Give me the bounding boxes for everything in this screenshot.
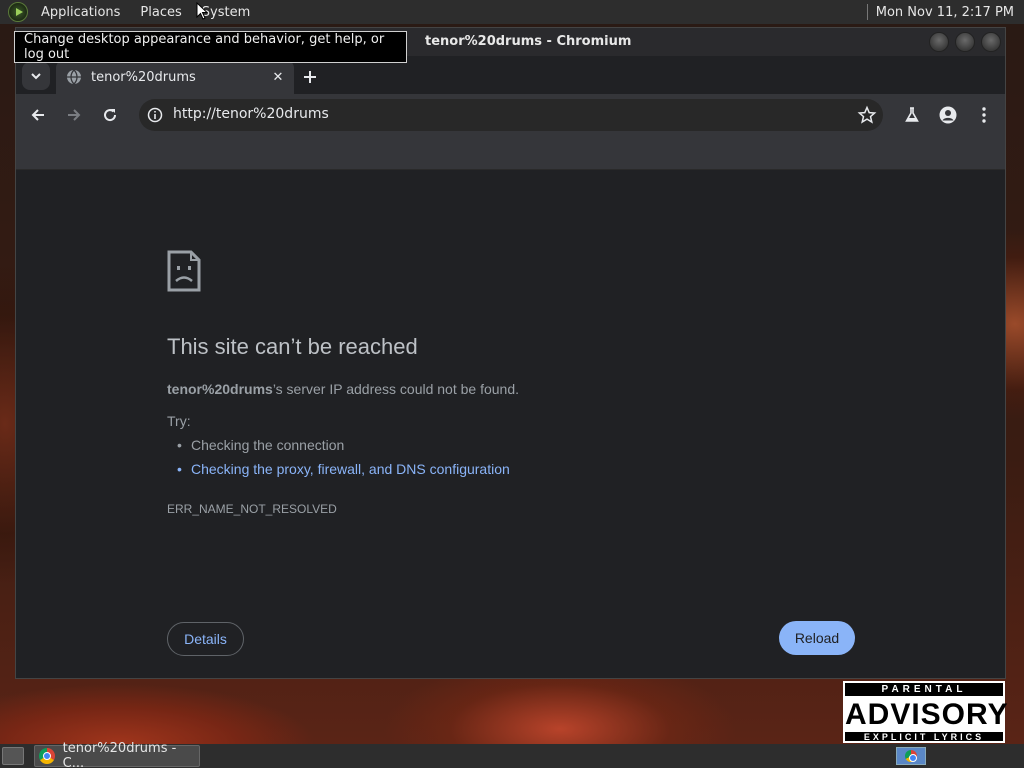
error-desc-suffix: ’s server IP address could not be found. bbox=[272, 381, 520, 397]
clock-area: Mon Nov 11, 2:17 PM bbox=[866, 4, 1024, 20]
reload-toolbar-button[interactable] bbox=[96, 101, 124, 129]
url-text[interactable]: http://tenor%20drums bbox=[173, 106, 329, 122]
forward-button[interactable] bbox=[60, 101, 88, 129]
menu-button[interactable] bbox=[970, 101, 998, 129]
bottom-panel: tenor%20drums - C... bbox=[0, 741, 1024, 768]
error-code: ERR_NAME_NOT_RESOLVED bbox=[167, 502, 337, 516]
info-icon[interactable] bbox=[147, 107, 163, 123]
refresh-icon bbox=[104, 109, 117, 122]
top-panel: Applications Places System Mon Nov 11, 2… bbox=[0, 0, 1024, 24]
reload-button[interactable]: Reload bbox=[779, 621, 855, 655]
taskbar-task-label: tenor%20drums - C... bbox=[62, 741, 177, 768]
address-bar[interactable]: http://tenor%20drums bbox=[139, 99, 883, 131]
details-button[interactable]: Details bbox=[167, 622, 244, 656]
browser-toolbar: http://tenor%20drums bbox=[16, 94, 1005, 136]
globe-icon bbox=[67, 69, 81, 85]
clock[interactable]: Mon Nov 11, 2:17 PM bbox=[876, 5, 1014, 20]
chromium-icon bbox=[39, 748, 55, 764]
bookmark-star-icon[interactable] bbox=[857, 105, 877, 125]
plus-icon bbox=[304, 71, 316, 83]
window-title: tenor%20drums - Chromium bbox=[425, 34, 632, 49]
profile-button[interactable] bbox=[934, 101, 962, 129]
tab-active[interactable]: tenor%20drums ✕ bbox=[56, 60, 294, 94]
suggestion-proxy-link[interactable]: Checking the proxy, firewall, and DNS co… bbox=[177, 461, 510, 477]
advisory-top-text: PARENTAL bbox=[845, 683, 1003, 698]
close-window-button[interactable] bbox=[981, 32, 1001, 52]
workspace-switcher[interactable] bbox=[896, 747, 926, 765]
sad-page-icon bbox=[167, 250, 201, 292]
error-description: tenor%20drums’s server IP address could … bbox=[167, 381, 519, 397]
error-host: tenor%20drums bbox=[167, 381, 273, 397]
chevron-down-icon bbox=[31, 73, 41, 80]
distro-logo-icon[interactable] bbox=[8, 2, 28, 22]
back-button[interactable] bbox=[24, 101, 52, 129]
arrow-left-icon bbox=[31, 109, 44, 121]
advisory-bottom-text: EXPLICIT LYRICS bbox=[863, 732, 985, 742]
labs-button[interactable] bbox=[898, 101, 926, 129]
error-heading: This site can’t be reached bbox=[167, 334, 418, 359]
parental-advisory-logo: PARENTAL ADVISORY EXPLICIT LYRICS bbox=[843, 681, 1009, 743]
maximize-button[interactable] bbox=[955, 32, 975, 52]
kebab-menu-icon bbox=[982, 107, 986, 123]
window-controls bbox=[929, 32, 1001, 52]
new-tab-button[interactable] bbox=[298, 65, 322, 89]
show-desktop-button[interactable] bbox=[2, 747, 24, 765]
system-menu-tooltip: Change desktop appearance and behavior, … bbox=[14, 31, 407, 63]
flask-icon bbox=[905, 107, 919, 122]
try-label: Try: bbox=[167, 413, 191, 429]
taskbar-chromium-button[interactable]: tenor%20drums - C... bbox=[34, 741, 200, 768]
suggestion-connection: Checking the connection bbox=[177, 437, 344, 453]
applications-menu[interactable]: Applications bbox=[34, 5, 127, 20]
arrow-right-icon bbox=[68, 109, 81, 121]
workspace-chromium-icon bbox=[905, 750, 917, 762]
avatar-icon bbox=[939, 106, 957, 124]
tab-title: tenor%20drums bbox=[91, 69, 196, 85]
bookmark-bar bbox=[16, 136, 1005, 170]
tab-close-icon[interactable]: ✕ bbox=[268, 67, 288, 87]
advisory-mid-text: ADVISORY bbox=[845, 698, 1009, 732]
minimize-button[interactable] bbox=[929, 32, 949, 52]
panel-separator bbox=[866, 4, 868, 20]
error-page: This site can’t be reached tenor%20drums… bbox=[16, 170, 1005, 678]
places-menu[interactable]: Places bbox=[133, 5, 188, 20]
tab-search-button[interactable] bbox=[22, 62, 50, 90]
chromium-window: tenor%20drums - Chromium tenor%20drums ✕ bbox=[15, 27, 1006, 679]
